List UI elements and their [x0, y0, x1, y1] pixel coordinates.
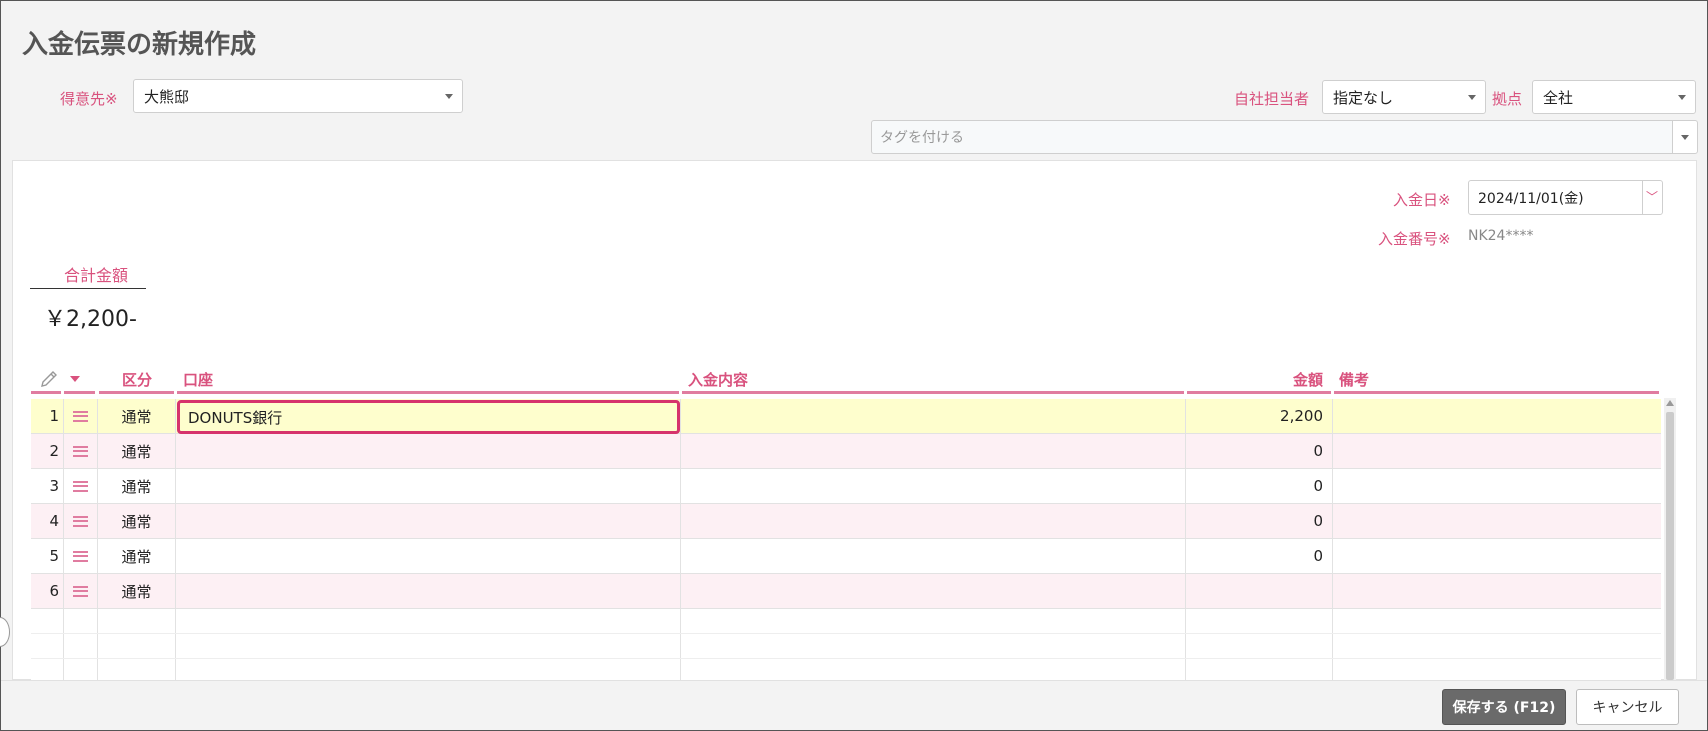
branch-select[interactable]: 全社: [1532, 80, 1696, 114]
branch-label: 拠点: [1492, 90, 1523, 108]
grid-scrollbar[interactable]: [1664, 398, 1676, 680]
customer-label: 得意先※: [60, 90, 118, 108]
branch-value: 全社: [1543, 88, 1574, 107]
row-menu-icon[interactable]: [64, 574, 98, 608]
biko-cell[interactable]: [1333, 434, 1661, 468]
table-row[interactable]: 3 通常 0: [31, 469, 1661, 504]
biko-cell[interactable]: [1333, 469, 1661, 503]
deposit-date-value: 2024/11/01(金): [1478, 190, 1584, 207]
naiyo-cell[interactable]: [681, 504, 1186, 538]
deposit-no-label: 入金番号※: [1378, 230, 1451, 248]
staff-label: 自社担当者: [1234, 90, 1310, 108]
kubun-cell[interactable]: 通常: [98, 469, 176, 503]
biko-cell[interactable]: [1333, 574, 1661, 608]
tag-placeholder: タグを付ける: [880, 130, 964, 146]
deposit-date-label: 入金日※: [1393, 191, 1451, 209]
naiyo-cell[interactable]: [681, 574, 1186, 608]
save-button[interactable]: 保存する (F12): [1442, 689, 1566, 725]
caret-down-icon: [1681, 135, 1689, 140]
staff-value: 指定なし: [1333, 88, 1394, 107]
table-row[interactable]: 2 通常 0: [31, 434, 1661, 469]
row-number: 1: [31, 399, 64, 433]
header-koza[interactable]: 口座: [183, 364, 213, 394]
row-number: 4: [31, 504, 64, 538]
row-menu-icon[interactable]: [64, 539, 98, 573]
biko-cell[interactable]: [1333, 539, 1661, 573]
tag-input[interactable]: タグを付ける: [871, 120, 1673, 154]
page-title: 入金伝票の新規作成: [22, 30, 257, 60]
naiyo-cell[interactable]: [681, 434, 1186, 468]
row-number: 3: [31, 469, 64, 503]
naiyo-cell[interactable]: [681, 469, 1186, 503]
kingaku-cell[interactable]: 0: [1186, 469, 1333, 503]
total-underline: [30, 288, 146, 289]
deposit-no-value: NK24****: [1468, 228, 1534, 244]
empty-row: [31, 634, 1661, 659]
table-row[interactable]: 5 通常 0: [31, 539, 1661, 574]
total-label: 合計金額: [64, 266, 129, 285]
row-number: 5: [31, 539, 64, 573]
kubun-cell[interactable]: 通常: [98, 539, 176, 573]
row-menu-icon[interactable]: [64, 434, 98, 468]
kingaku-cell[interactable]: 2,200: [1186, 399, 1333, 433]
customer-value: 大熊邸: [144, 87, 190, 106]
staff-select[interactable]: 指定なし: [1322, 80, 1486, 114]
naiyo-cell[interactable]: [681, 539, 1186, 573]
koza-cell[interactable]: [176, 434, 681, 468]
table-row[interactable]: 1 通常 2,200 DONUTS銀行: [31, 399, 1661, 434]
table-row[interactable]: 6 通常: [31, 574, 1661, 609]
deposit-date-picker[interactable]: 2024/11/01(金) ﹀: [1468, 180, 1663, 215]
kingaku-cell[interactable]: 0: [1186, 504, 1333, 538]
header-biko[interactable]: 備考: [1339, 364, 1369, 394]
koza-cell[interactable]: [176, 539, 681, 573]
kingaku-cell[interactable]: 0: [1186, 434, 1333, 468]
row-number: 2: [31, 434, 64, 468]
koza-cell[interactable]: [176, 574, 681, 608]
biko-cell[interactable]: [1333, 504, 1661, 538]
scroll-up-arrow-icon[interactable]: [1666, 400, 1674, 406]
customer-select[interactable]: 大熊邸: [133, 79, 463, 113]
row-menu-icon[interactable]: [64, 504, 98, 538]
caret-down-icon: [1468, 95, 1476, 100]
header-kingaku[interactable]: 金額: [1293, 364, 1323, 394]
total-value: ￥2,200-: [44, 307, 137, 332]
tag-dropdown-button[interactable]: [1672, 120, 1698, 154]
header-naiyo[interactable]: 入金内容: [688, 364, 748, 394]
chevron-down-icon[interactable]: ﹀: [1646, 188, 1658, 205]
kubun-cell[interactable]: 通常: [98, 399, 176, 433]
kubun-cell[interactable]: 通常: [98, 434, 176, 468]
kubun-cell[interactable]: 通常: [98, 574, 176, 608]
kingaku-cell[interactable]: [1186, 574, 1333, 608]
naiyo-cell[interactable]: [681, 399, 1186, 433]
kubun-cell[interactable]: 通常: [98, 504, 176, 538]
pencil-icon[interactable]: [39, 364, 59, 394]
cancel-button[interactable]: キャンセル: [1576, 689, 1679, 725]
caret-down-icon: [445, 94, 453, 99]
row-menu-icon[interactable]: [64, 469, 98, 503]
row-number: 6: [31, 574, 64, 608]
empty-row: [31, 609, 1661, 634]
koza-cell[interactable]: [176, 504, 681, 538]
row-menu-icon[interactable]: [64, 399, 98, 433]
koza-cell-editor[interactable]: DONUTS銀行: [177, 400, 680, 434]
column-menu-caret-icon[interactable]: [70, 364, 80, 394]
kingaku-cell[interactable]: 0: [1186, 539, 1333, 573]
caret-down-icon: [1678, 95, 1686, 100]
table-row[interactable]: 4 通常 0: [31, 504, 1661, 539]
biko-cell[interactable]: [1333, 399, 1661, 433]
header-kubun[interactable]: 区分: [122, 364, 152, 394]
scrollbar-thumb[interactable]: [1666, 412, 1674, 680]
koza-cell[interactable]: [176, 469, 681, 503]
